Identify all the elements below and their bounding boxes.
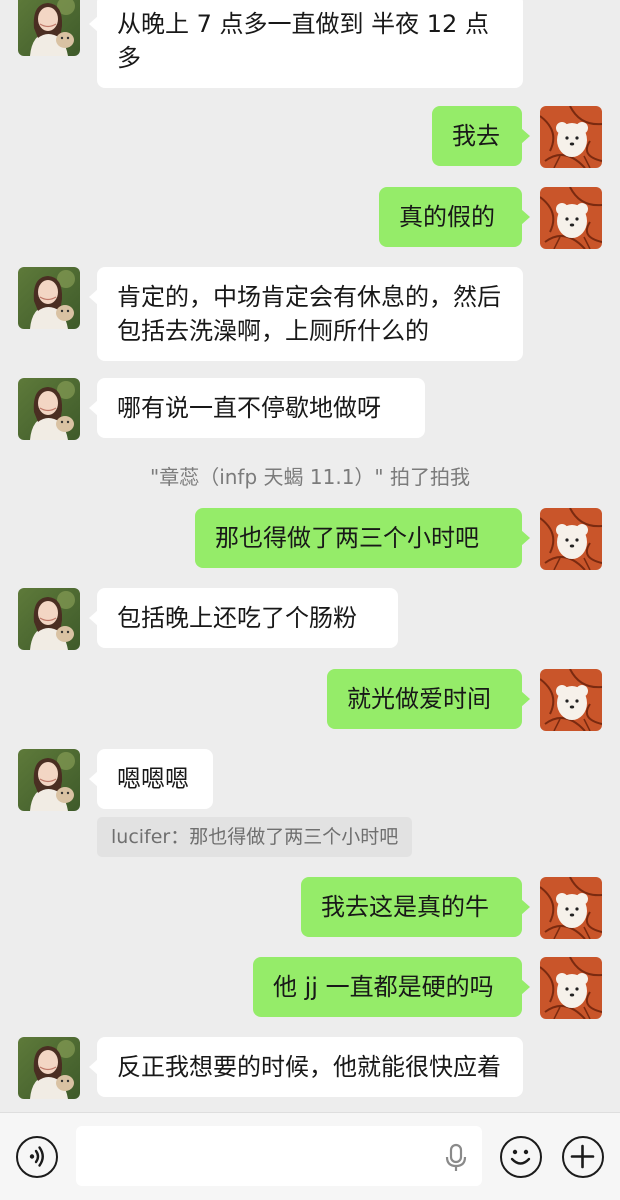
avatar-image [18, 588, 80, 650]
received-message-bubble[interactable]: 包括晚上还吃了个肠粉 [89, 588, 398, 648]
more-actions-button[interactable] [562, 1136, 604, 1178]
avatar-image [18, 267, 80, 329]
avatar-image [540, 669, 602, 731]
quoted-message[interactable]: lucifer：那也得做了两三个小时吧 [97, 817, 413, 857]
my-avatar[interactable] [540, 106, 602, 168]
contact-avatar[interactable] [18, 378, 80, 440]
received-message-bubble[interactable]: 从晚上 7 点多一直做到 半夜 12 点多 [89, 0, 523, 88]
received-message-bubble[interactable]: 哪有说一直不停歇地做呀 [89, 378, 425, 438]
contact-avatar[interactable] [18, 1037, 80, 1099]
message-input[interactable] [76, 1126, 482, 1186]
my-avatar[interactable] [540, 508, 602, 570]
avatar-image [18, 749, 80, 811]
contact-avatar[interactable] [18, 0, 80, 56]
received-message-bubble[interactable]: 反正我想要的时候，他就能很快应着 [89, 1037, 523, 1097]
voice-icon [29, 1146, 44, 1167]
chat-input-bar [0, 1112, 620, 1200]
mic-icon[interactable] [444, 1143, 468, 1173]
avatar-image [18, 0, 80, 56]
contact-avatar[interactable] [18, 749, 80, 811]
contact-avatar[interactable] [18, 588, 80, 650]
emoji-icon [510, 1149, 531, 1165]
sent-message-bubble[interactable]: 我去这是真的牛 [301, 877, 530, 937]
avatar-image [540, 957, 602, 1019]
sent-message-bubble[interactable]: 那也得做了两三个小时吧 [195, 508, 530, 568]
avatar-image [540, 187, 602, 249]
received-message-bubble[interactable]: 嗯嗯嗯 [89, 749, 213, 809]
voice-toggle-button[interactable] [16, 1136, 58, 1178]
plus-icon [570, 1144, 595, 1169]
avatar-image [540, 877, 602, 939]
avatar-image [540, 508, 602, 570]
my-avatar[interactable] [540, 669, 602, 731]
sent-message-bubble[interactable]: 我去 [432, 106, 530, 166]
emoji-button[interactable] [500, 1136, 542, 1178]
avatar-image [18, 1037, 80, 1099]
my-avatar[interactable] [540, 877, 602, 939]
contact-avatar[interactable] [18, 267, 80, 329]
system-pat-message: "章蕊（infp 天蝎 11.1）" 拍了拍我 [150, 465, 470, 489]
my-avatar[interactable] [540, 187, 602, 249]
avatar-image [18, 378, 80, 440]
sent-message-bubble[interactable]: 他 jj 一直都是硬的吗 [253, 957, 530, 1017]
avatar-image [540, 106, 602, 168]
chat-message-list[interactable]: 从晚上 7 点多一直做到 半夜 12 点多 我去 真的假的 肯定的，中场肯定会有… [0, 0, 620, 1112]
my-avatar[interactable] [540, 957, 602, 1019]
received-message-bubble[interactable]: 肯定的，中场肯定会有休息的，然后包括去洗澡啊，上厕所什么的 [89, 267, 523, 361]
sent-message-bubble[interactable]: 就光做爱时间 [327, 669, 530, 729]
sent-message-bubble[interactable]: 真的假的 [379, 187, 530, 247]
